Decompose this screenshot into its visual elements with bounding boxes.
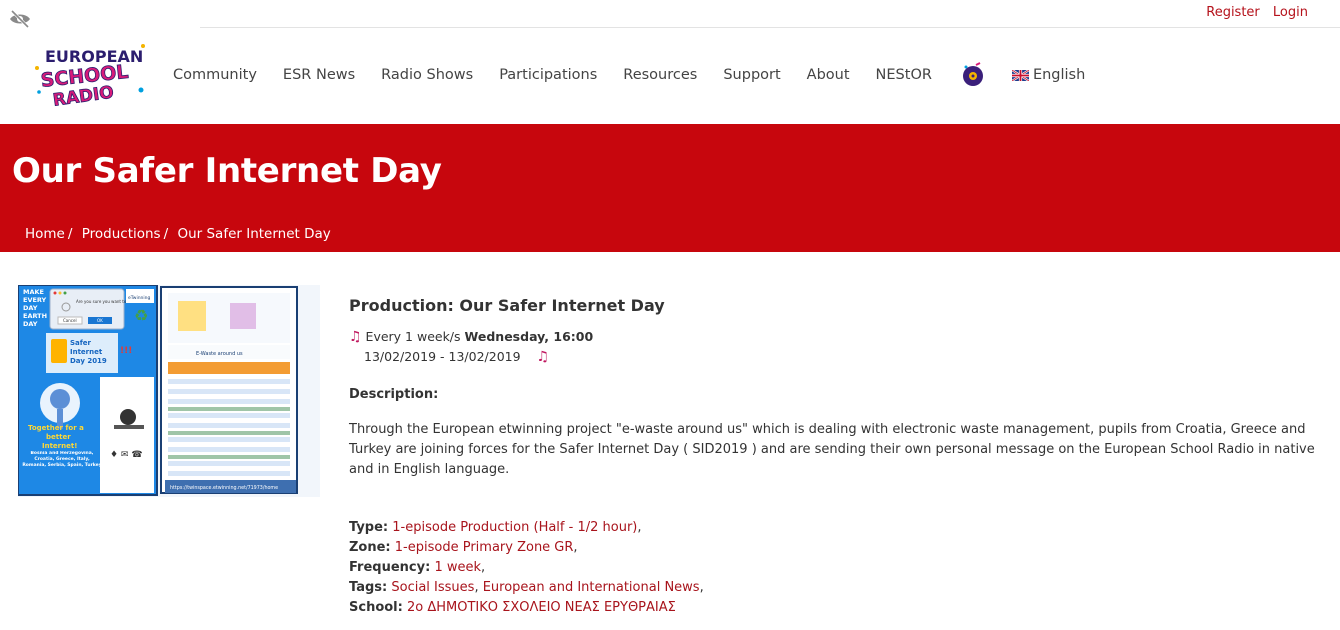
poster-together-2: Internet!: [42, 442, 77, 450]
poster-left-text-2: DAY: [23, 304, 38, 312]
poster-countries: Bosnia and Herzegovina, Croatia, Greece,…: [22, 451, 102, 468]
music-note-icon: ♫: [349, 329, 362, 345]
svg-text:!!!: !!!: [120, 346, 132, 356]
poster-left-text-4: DAY: [23, 320, 38, 328]
nav-resources[interactable]: Resources: [623, 67, 697, 83]
music-note-icon: ♫: [536, 349, 550, 365]
description-label: Description:: [349, 387, 439, 402]
tags-label: Tags:: [349, 580, 388, 595]
main-nav: Community ESR News Radio Shows Participa…: [173, 62, 1085, 88]
poster-sid-0: Safer: [70, 339, 92, 347]
production-details: Production: Our Safer Internet Day ♫ Eve…: [349, 296, 1334, 480]
nav-community[interactable]: Community: [173, 67, 257, 83]
meta-frequency: Frequency: 1 week,: [349, 560, 486, 575]
breadcrumb-home[interactable]: Home: [25, 226, 65, 242]
schedule: ♫ Every 1 week/s Wednesday, 16:00 13/02/…: [349, 327, 1334, 367]
production-meta: Type: 1-episode Production (Half - 1/2 h…: [349, 518, 704, 618]
school-value-link[interactable]: 2ο ΔΗΜΟΤΙΚΟ ΣΧΟΛΕΙΟ ΝΕΑΣ ΕΡΥΘΡΑΙΑΣ: [407, 600, 676, 615]
schedule-day: Wednesday, 16:00: [464, 329, 594, 344]
tag-link-social-issues[interactable]: Social Issues: [391, 580, 474, 595]
meta-school: School: 2ο ΔΗΜΟΤΙΚΟ ΣΧΟΛΕΙΟ ΝΕΑΣ ΕΡΥΘΡΑΙ…: [349, 598, 704, 618]
poster-cancel: Cancel: [63, 318, 77, 323]
schedule-dates: 13/02/2019 - 13/02/2019: [364, 349, 521, 364]
poster-etwinning: eTwinning: [128, 295, 151, 301]
nav-about[interactable]: About: [807, 67, 850, 83]
poster-left-text-0: MAKE: [23, 288, 44, 296]
poster-left-text-3: EARTH: [23, 312, 47, 320]
nav-support[interactable]: Support: [723, 67, 780, 83]
production-title: Production: Our Safer Internet Day: [349, 296, 665, 315]
poster-doc-header: E-Waste around us: [196, 351, 243, 357]
nav-participations[interactable]: Participations: [499, 67, 597, 83]
accessibility-eye-icon[interactable]: [9, 10, 31, 28]
european-school-radio-logo[interactable]: EUROPEAN SCHOOL RADIO: [33, 40, 148, 106]
svg-text:♦ ✉ ☎: ♦ ✉ ☎: [110, 450, 143, 460]
language-selector[interactable]: English: [1011, 67, 1086, 83]
zone-value-link[interactable]: 1-episode Primary Zone GR: [395, 540, 574, 555]
breadcrumb: Home / Productions / Our Safer Internet Da…: [25, 226, 331, 242]
poster-sid-2: Day 2019: [70, 357, 107, 365]
poster-together-0: Together for a: [28, 424, 84, 432]
type-label: Type:: [349, 520, 389, 535]
language-label: English: [1032, 67, 1086, 83]
frequency-label: Frequency:: [349, 560, 431, 575]
top-divider: [200, 27, 1340, 28]
register-link[interactable]: Register: [1206, 5, 1260, 20]
top-bar: Register Login: [0, 0, 1340, 28]
tag-link-european-news[interactable]: European and International News: [483, 580, 700, 595]
nav-radio-shows[interactable]: Radio Shows: [381, 67, 473, 83]
poster-url: https://twinspace.etwinning.net/71973/ho…: [170, 485, 278, 491]
poster-sid-1: Internet: [70, 348, 103, 356]
production-poster-image: MAKE EVERY DAY EARTH DAY Are you sure yo…: [18, 285, 320, 497]
auth-links: Register Login: [1197, 5, 1308, 20]
svg-text:♻: ♻: [134, 306, 148, 325]
breadcrumb-productions[interactable]: Productions: [82, 226, 161, 242]
description-text: Through the European etwinning project "…: [349, 422, 1315, 477]
meta-zone: Zone: 1-episode Primary Zone GR,: [349, 540, 578, 555]
breadcrumb-current: Our Safer Internet Day: [177, 226, 331, 242]
nav-nestor[interactable]: NEStOR: [876, 67, 932, 83]
schedule-prefix: Every 1 week/s: [365, 329, 461, 344]
logo-text-european: EUROPEAN: [45, 47, 143, 66]
type-value-link[interactable]: 1-episode Production (Half - 1/2 hour): [392, 520, 637, 535]
page-hero: Our Safer Internet Day Home / Productions…: [0, 124, 1340, 252]
school-label: School:: [349, 600, 403, 615]
meta-type: Type: 1-episode Production (Half - 1/2 h…: [349, 520, 642, 535]
poster-left-text-1: EVERY: [23, 296, 47, 304]
live-radio-icon[interactable]: [960, 62, 986, 88]
page-title: Our Safer Internet Day: [12, 151, 442, 191]
meta-tags: Tags: Social Issues, European and Intern…: [349, 580, 704, 595]
login-link[interactable]: Login: [1273, 5, 1308, 20]
zone-label: Zone:: [349, 540, 391, 555]
poster-together-1: better: [46, 433, 71, 441]
nav-esr-news[interactable]: ESR News: [283, 67, 355, 83]
poster-ok: OK: [97, 318, 103, 323]
frequency-value-link[interactable]: 1 week: [434, 560, 481, 575]
uk-flag-icon: [1011, 69, 1029, 81]
